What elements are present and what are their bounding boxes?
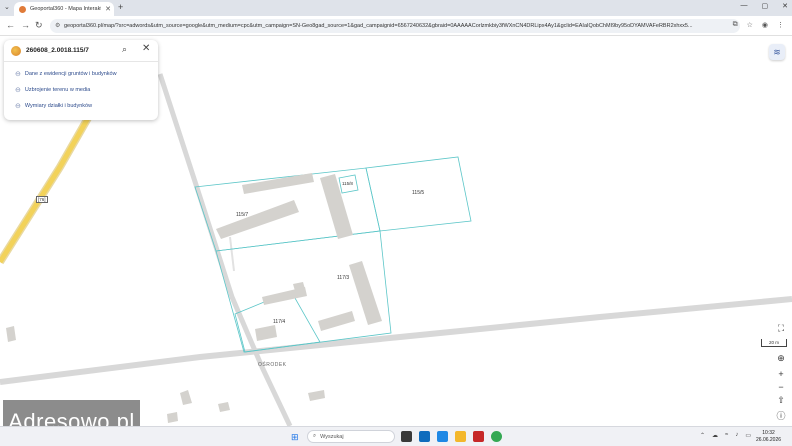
app-icon[interactable] bbox=[473, 431, 484, 442]
parcel-search-panel: 260608_2.0018.115/7 ⌕ ✕ ⊖ Dane z ewidenc… bbox=[4, 40, 158, 120]
zoom-out-button[interactable]: − bbox=[774, 380, 788, 394]
menu-dots-icon[interactable]: ⋮ bbox=[777, 21, 784, 29]
windows-start-icon[interactable]: ⊞ bbox=[291, 432, 299, 443]
link-icon: ⊖ bbox=[15, 87, 21, 94]
file-explorer-icon[interactable] bbox=[455, 431, 466, 442]
layers-icon[interactable]: ≋ bbox=[769, 44, 785, 60]
building bbox=[180, 390, 192, 405]
building bbox=[6, 326, 16, 342]
panel-item-label: Uzbrojenie terenu w media bbox=[24, 87, 91, 93]
panel-item-label: Dane z ewidencji gruntów i budynków bbox=[24, 71, 117, 77]
reload-icon[interactable]: ↻ bbox=[35, 20, 43, 31]
building bbox=[255, 325, 277, 341]
taskbar-search-placeholder: Wyszukaj bbox=[320, 433, 344, 440]
panel-item-label: Wymiary działki i budynków bbox=[24, 103, 93, 109]
system-tray: ⌃ ☁ ≈ ♪ ▭ bbox=[700, 432, 751, 439]
building bbox=[218, 402, 230, 412]
panel-header: 260608_2.0018.115/7 ⌕ ✕ bbox=[4, 40, 158, 62]
zoom-in-button[interactable]: + bbox=[774, 367, 788, 381]
maximize-button[interactable]: ▢ bbox=[762, 2, 769, 10]
tab-close-icon[interactable]: ✕ bbox=[105, 5, 114, 13]
browser-tab[interactable]: Geoportal360 - Mapa Interakt... ✕ bbox=[14, 2, 114, 16]
building bbox=[242, 173, 314, 194]
parcel-label: 115/5 bbox=[412, 190, 425, 196]
chrome-icon[interactable] bbox=[491, 431, 502, 442]
building bbox=[349, 261, 382, 325]
parcel-label: 115/7 bbox=[236, 212, 249, 218]
fullscreen-icon[interactable]: ⛶ bbox=[774, 321, 788, 335]
compass-icon[interactable]: ⇧ bbox=[774, 393, 788, 407]
store-icon[interactable] bbox=[419, 431, 430, 442]
profile-icon[interactable]: ◉ bbox=[762, 21, 768, 29]
road-number-badge: [76] bbox=[36, 196, 48, 203]
parcel-search-value[interactable]: 260608_2.0018.115/7 bbox=[26, 47, 89, 54]
panel-item-utilities[interactable]: ⊖ Uzbrojenie terenu w media bbox=[15, 86, 90, 94]
parcel-label: 117/4 bbox=[273, 319, 286, 325]
link-icon: ⊖ bbox=[15, 103, 21, 110]
task-view-icon[interactable] bbox=[401, 431, 412, 442]
scale-bar: 20 m bbox=[761, 339, 787, 347]
search-icon: ⌕ bbox=[313, 433, 317, 439]
geoportal-logo-icon bbox=[11, 46, 21, 56]
building bbox=[216, 200, 299, 239]
url-field[interactable]: ⚙ geoportal360.pl/map/?src=adwords&utm_s… bbox=[50, 19, 740, 33]
site-info-icon[interactable]: ⚙ bbox=[55, 22, 60, 29]
close-window-button[interactable]: ✕ bbox=[782, 2, 788, 10]
link-icon: ⊖ bbox=[15, 71, 21, 78]
taskbar-search-field[interactable]: ⌕ Wyszukaj bbox=[307, 430, 395, 443]
locate-icon[interactable]: ⊕ bbox=[774, 351, 788, 365]
info-icon[interactable]: ⓘ bbox=[774, 409, 788, 423]
street-name-label: OŚRODEK bbox=[258, 362, 287, 368]
panel-item-dimensions[interactable]: ⊖ Wymiary działki i budynków bbox=[15, 102, 92, 110]
tab-search-icon[interactable]: ⌄ bbox=[4, 3, 10, 11]
building bbox=[308, 390, 325, 401]
parcel-label: 115/8 bbox=[342, 181, 353, 186]
browser-toolbar-icons: ⧉ ☆ ◉ ⋮ bbox=[733, 21, 784, 29]
clock[interactable]: 10:32 26.06.2026 bbox=[756, 430, 781, 444]
parcel-label: 117/3 bbox=[337, 275, 350, 281]
url-text: geoportal360.pl/map/?src=adwords&utm_sou… bbox=[64, 23, 693, 29]
install-app-icon[interactable]: ⧉ bbox=[733, 21, 738, 29]
new-tab-button[interactable]: + bbox=[118, 2, 123, 12]
side-road-horizontal bbox=[0, 296, 792, 385]
close-icon[interactable]: ✕ bbox=[142, 43, 150, 54]
cloud-icon[interactable]: ☁ bbox=[712, 432, 718, 439]
back-arrow-icon[interactable]: ← bbox=[6, 20, 15, 30]
mail-icon[interactable] bbox=[437, 431, 448, 442]
address-bar: ← → ↻ ⚙ geoportal360.pl/map/?src=adwords… bbox=[0, 16, 792, 36]
taskbar: ⊞ ⌕ Wyszukaj ⌃ ☁ ≈ ♪ ▭ 10:32 26.06.2026 bbox=[0, 426, 792, 446]
geoportal-favicon-icon bbox=[19, 5, 26, 13]
clock-time: 10:32 bbox=[762, 430, 775, 436]
clock-date: 26.06.2026 bbox=[756, 437, 782, 443]
building bbox=[318, 311, 355, 331]
window-controls: — ▢ ✕ bbox=[741, 2, 789, 10]
buildings bbox=[6, 173, 382, 423]
minimize-button[interactable]: — bbox=[741, 2, 748, 10]
tray-chevron-icon[interactable]: ⌃ bbox=[700, 432, 705, 439]
bookmark-star-icon[interactable]: ☆ bbox=[747, 21, 753, 29]
display-icon[interactable]: ▭ bbox=[745, 432, 751, 439]
search-icon[interactable]: ⌕ bbox=[122, 44, 127, 55]
tab-title: Geoportal360 - Mapa Interakt... bbox=[30, 6, 102, 12]
forward-arrow-icon[interactable]: → bbox=[21, 20, 30, 30]
panel-item-land-registry[interactable]: ⊖ Dane z ewidencji gruntów i budynków bbox=[15, 70, 117, 78]
browser-tab-strip: ⌄ Geoportal360 - Mapa Interakt... ✕ + — … bbox=[0, 0, 792, 16]
wifi-icon[interactable]: ≈ bbox=[725, 432, 728, 439]
volume-icon[interactable]: ♪ bbox=[735, 432, 738, 439]
building bbox=[167, 412, 178, 423]
